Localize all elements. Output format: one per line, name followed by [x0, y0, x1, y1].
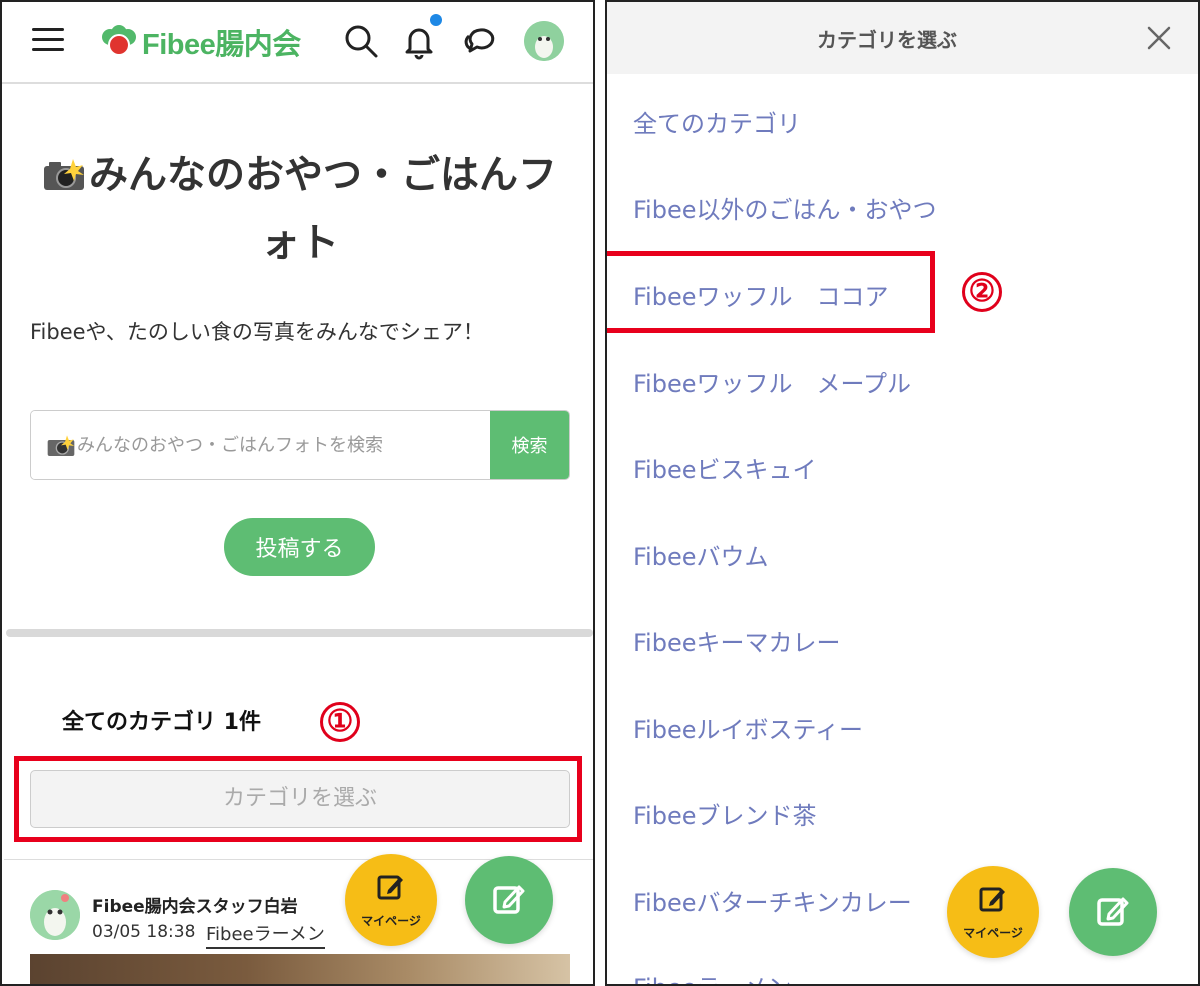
edit-icon: [493, 885, 525, 914]
camera-icon: [43, 159, 84, 190]
edit-icon: [1097, 897, 1129, 926]
page-description: Fibeeや、たのしい食の写真をみんなでシェア！: [30, 320, 484, 344]
search-icon[interactable]: [340, 20, 382, 62]
notification-badge: [430, 14, 442, 26]
category-option[interactable]: Fibeeブレンド茶: [633, 796, 817, 831]
edit-note-icon: [377, 875, 403, 900]
category-modal-header: カテゴリを選ぶ: [607, 2, 1198, 74]
camera-icon: [47, 435, 75, 456]
modal-title: カテゴリを選ぶ: [817, 28, 957, 52]
post-photo[interactable]: [30, 954, 570, 984]
category-option[interactable]: Fibeeラーメン: [633, 968, 792, 984]
logo-text: Fibee腸内会: [142, 29, 301, 61]
user-avatar[interactable]: [30, 890, 80, 940]
category-option[interactable]: Fibeeルイボスティー: [633, 710, 863, 745]
category-option[interactable]: Fibee以外のごはん・おやつ: [633, 190, 937, 225]
compose-fab[interactable]: [1069, 868, 1157, 956]
category-option[interactable]: 全てのカテゴリ: [633, 104, 801, 139]
page-title-text: みんなのおやつ・ごはんフォト: [88, 153, 557, 266]
post-date: 03/05 18:38: [92, 922, 196, 942]
menu-icon[interactable]: [32, 28, 64, 52]
annotation-marker-2: ②: [962, 272, 1002, 312]
category-count: 全てのカテゴリ 1件: [62, 710, 261, 735]
mypage-fab-label: マイページ: [361, 914, 421, 928]
category-option[interactable]: Fibeeバウム: [633, 537, 769, 572]
highlight-frame-2: [607, 251, 935, 333]
section-divider: [6, 629, 593, 637]
close-icon[interactable]: [1145, 24, 1173, 52]
mypage-fab[interactable]: マイページ: [947, 866, 1039, 958]
post-category-tag[interactable]: Fibeeラーメン: [206, 920, 325, 949]
left-screen: Fibee腸内会 みんなのおやつ・ごはんフォト Fibeeや、たのしい食の写真を…: [0, 0, 595, 986]
annotation-marker-1: ①: [320, 702, 360, 742]
chat-icon[interactable]: [460, 20, 502, 62]
search-button[interactable]: 検索: [490, 411, 569, 479]
post-user-name[interactable]: Fibee腸内会スタッフ白岩: [92, 892, 298, 917]
compose-fab[interactable]: [465, 856, 553, 944]
logo-mark-icon: [102, 25, 136, 59]
category-select-button[interactable]: カテゴリを選ぶ: [30, 770, 570, 828]
mypage-fab-label: マイページ: [963, 926, 1023, 940]
app-header: Fibee腸内会: [2, 2, 593, 84]
mypage-fab[interactable]: マイページ: [345, 854, 437, 946]
right-screen: カテゴリを選ぶ 全てのカテゴリ Fibee以外のごはん・おやつ Fibeeワッフ…: [605, 0, 1200, 986]
page-title: みんなのおやつ・ごはんフォト: [30, 142, 570, 278]
logo[interactable]: Fibee腸内会: [102, 22, 301, 62]
category-option[interactable]: Fibeeビスキュイ: [633, 450, 817, 485]
avatar[interactable]: [524, 21, 564, 61]
category-option[interactable]: Fibeeバターチキンカレー: [633, 883, 912, 918]
bell-icon[interactable]: [398, 20, 440, 62]
category-option[interactable]: Fibeeキーマカレー: [633, 623, 841, 658]
edit-note-icon: [979, 887, 1005, 912]
search-input[interactable]: [31, 411, 491, 479]
search-bar: 検索: [30, 410, 570, 480]
post-button[interactable]: 投稿する: [224, 518, 375, 576]
category-option[interactable]: Fibeeワッフル メープル: [633, 364, 911, 399]
